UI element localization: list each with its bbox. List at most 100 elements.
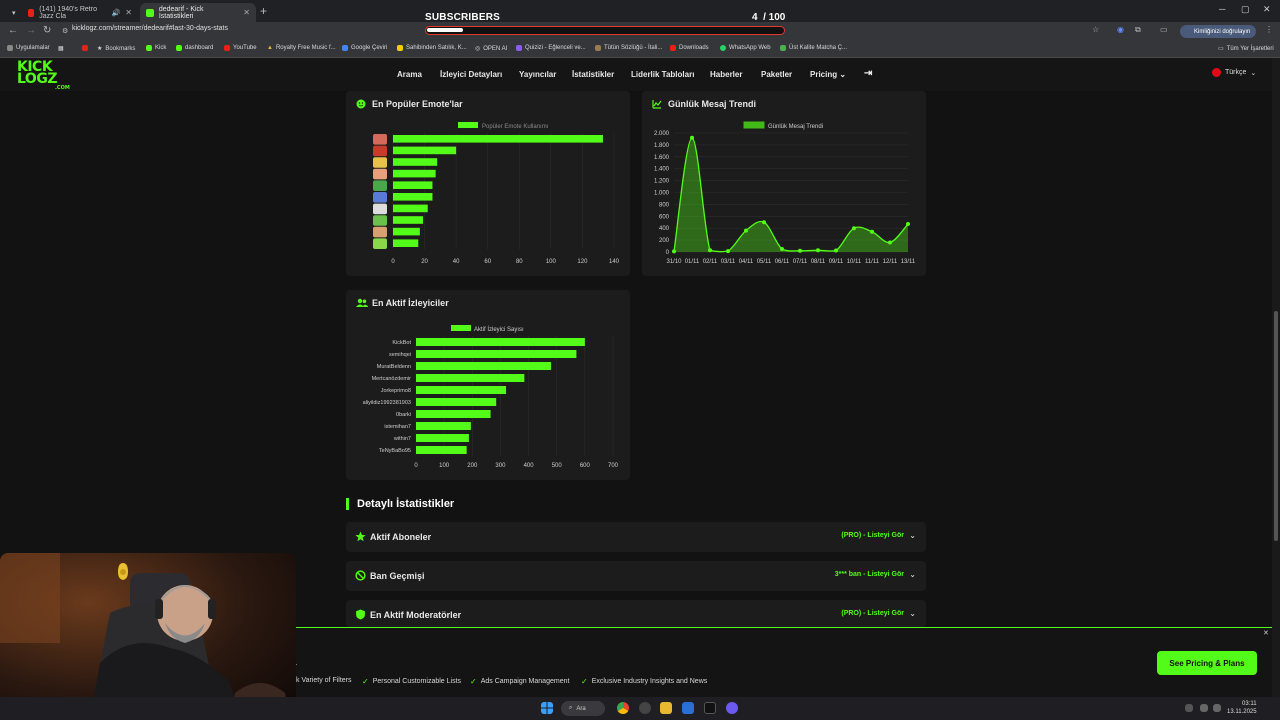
nav-haberler[interactable]: Haberler xyxy=(710,70,742,79)
language-selector[interactable]: Türkçe ⌄ xyxy=(1212,68,1256,77)
chevron-down-icon[interactable]: ⌄ xyxy=(909,531,916,540)
url-field[interactable]: kicklogz.com/streamer/dedearif#last-30-d… xyxy=(72,25,228,32)
x-tick-label: 20 xyxy=(421,259,428,265)
file-explorer-icon[interactable] xyxy=(660,702,672,714)
bar xyxy=(393,216,423,224)
subscribers-goal: / 100 xyxy=(763,12,786,23)
bookmark-star-icon[interactable]: ☆ xyxy=(1092,25,1099,34)
taskbar-search[interactable]: ⌕ Ara xyxy=(561,701,605,716)
view-list-link[interactable]: (PRO) - Listeyi Gör xyxy=(841,610,904,617)
quizizz-icon xyxy=(516,45,522,51)
close-icon[interactable]: ✕ xyxy=(243,8,250,17)
forward-icon[interactable]: → xyxy=(26,25,36,36)
x-tick-label: 09/11 xyxy=(829,259,844,265)
back-icon[interactable]: ← xyxy=(8,25,18,36)
bookmark-item[interactable]: Google Çeviri xyxy=(342,45,387,51)
y-tick-label: Mertcanözdemir xyxy=(372,376,412,382)
accordion-top-moderators[interactable]: En Aktif Moderatörler (PRO) - Listeyi Gö… xyxy=(346,600,926,627)
maximize-button[interactable]: ▢ xyxy=(1241,4,1250,15)
profile-button[interactable]: Kimliğinizi doğrulayın xyxy=(1180,25,1256,38)
bookmark-label: Downloads xyxy=(679,45,709,51)
tab-youtube[interactable]: (141) 1940's Retro Jazz Cla 🔊 ✕ xyxy=(22,3,138,22)
tray-chevron-icon[interactable] xyxy=(1185,704,1193,712)
minimize-button[interactable]: ─ xyxy=(1219,4,1225,14)
view-list-link[interactable]: 3*** ban - Listeyi Gör xyxy=(835,571,904,578)
x-tick-label: 500 xyxy=(552,463,563,469)
bookmark-item[interactable]: Quizizi - Eğlenceli ve... xyxy=(516,45,586,51)
accordion-ban-history[interactable]: Ban Geçmişi 3*** ban - Listeyi Gör ⌄ xyxy=(346,561,926,591)
windows-start-icon[interactable] xyxy=(541,702,553,714)
bookmark-item[interactable]: ▲ Royalty Free Music f... xyxy=(267,45,336,51)
nav-pricing[interactable]: Pricing ⌄ xyxy=(810,70,846,79)
bookmark-label: Quizizi - Eğlenceli ve... xyxy=(525,45,586,51)
page-scrollbar[interactable] xyxy=(1272,58,1280,697)
all-bookmarks[interactable]: ▭ Tüm Yer İşaretleri xyxy=(1218,45,1274,53)
kicklogz-logo[interactable]: KICK LOGZ .COM xyxy=(17,60,70,91)
wifi-icon[interactable] xyxy=(1200,704,1208,712)
see-pricing-button[interactable]: See Pricing & Plans xyxy=(1157,651,1257,675)
x-tick-label: 200 xyxy=(467,463,478,469)
details-section-title: Detaylı İstatistikler xyxy=(346,498,454,510)
cast-icon[interactable]: ▭ xyxy=(1160,25,1168,34)
nav-istatistikler[interactable]: İstatistikler xyxy=(572,70,614,79)
nav-arama[interactable]: Arama xyxy=(397,70,422,79)
feature-label: Personal Customizable Lists xyxy=(372,678,462,685)
extensions-puzzle-icon[interactable]: ⧉ xyxy=(1135,25,1141,35)
new-tab-button[interactable]: + xyxy=(260,4,267,18)
bookmark-item[interactable]: Uygulamalar xyxy=(7,45,50,51)
bar xyxy=(416,338,585,346)
close-window-button[interactable]: ✕ xyxy=(1263,4,1271,15)
obs-icon[interactable] xyxy=(639,702,651,714)
chevron-down-icon[interactable]: ⌄ xyxy=(909,570,916,579)
menu-dots-icon[interactable]: ⋮ xyxy=(1265,25,1273,34)
bookmark-item[interactable]: ◎ OPEN AI xyxy=(475,45,507,53)
bookmark-item[interactable]: YouTube xyxy=(224,45,257,51)
subscribers-current: 4 xyxy=(752,12,758,23)
nav-izleyici-detaylari[interactable]: İzleyici Detayları xyxy=(440,70,502,79)
volume-icon[interactable] xyxy=(1213,704,1221,712)
bookmark-label: Tüm Yer İşaretleri xyxy=(1226,45,1274,52)
tab-list-button[interactable]: ▾ xyxy=(6,3,18,22)
bookmark-item[interactable]: Üst Kalite Matcha Ç... xyxy=(780,45,847,51)
bookmark-item[interactable]: Tütün Sözlüğü - İtali... xyxy=(595,45,662,51)
ban-icon xyxy=(355,570,366,581)
emote-icon xyxy=(373,168,387,180)
nav-liderlik-tablolari[interactable]: Liderlik Tabloları xyxy=(631,70,694,79)
emote-icon xyxy=(373,157,387,168)
bookmark-item[interactable]: ▦ xyxy=(58,45,64,52)
bookmark-item[interactable] xyxy=(82,45,88,51)
scrollbar-thumb[interactable] xyxy=(1274,311,1278,541)
store-icon[interactable] xyxy=(682,702,694,714)
x-tick-label: 07/11 xyxy=(793,259,808,265)
bookmark-item[interactable]: WhatsApp Web xyxy=(720,45,771,51)
youtube-icon xyxy=(28,8,35,17)
site-info-icon[interactable]: ⚙ xyxy=(62,27,68,35)
taskbar-clock[interactable]: 03:11 13.11.2025 xyxy=(1227,700,1257,716)
terminal-icon[interactable] xyxy=(704,702,716,714)
y-tick-label: istemihan7 xyxy=(384,424,411,430)
app-icon[interactable] xyxy=(726,702,738,714)
reload-icon[interactable]: ↻ xyxy=(43,25,51,36)
close-icon[interactable]: ✕ xyxy=(125,8,132,17)
tab-kicklogz[interactable]: dedearif - Kick İstatistikleri ✕ xyxy=(140,3,256,22)
extension-icon[interactable]: ◉ xyxy=(1117,25,1124,34)
bookmark-label: Bookmarks xyxy=(105,45,136,52)
bookmark-item[interactable]: Kick xyxy=(146,45,166,51)
bookmark-item[interactable]: dashboard xyxy=(176,45,213,51)
close-icon[interactable]: ✕ xyxy=(1263,629,1269,637)
x-tick-label: 13/11 xyxy=(901,259,916,265)
login-icon[interactable]: ⇥ xyxy=(864,68,872,79)
nav-paketler[interactable]: Paketler xyxy=(761,70,792,79)
legend-swatch xyxy=(743,121,765,129)
check-icon: ✓ xyxy=(362,677,369,686)
accordion-active-subscribers[interactable]: Aktif Aboneler (PRO) - Listeyi Gör ⌄ xyxy=(346,522,926,552)
data-point xyxy=(852,226,856,231)
nav-yayincilar[interactable]: Yayıncılar xyxy=(519,70,556,79)
bookmark-item[interactable]: ★ Bookmarks xyxy=(97,45,136,53)
bookmark-item[interactable]: Downloads xyxy=(670,45,709,51)
view-list-link[interactable]: (PRO) - Listeyi Gör xyxy=(841,532,904,539)
chevron-down-icon[interactable]: ⌄ xyxy=(909,609,916,618)
x-tick-label: 05/11 xyxy=(757,259,772,265)
chrome-icon[interactable] xyxy=(617,702,629,714)
bookmark-item[interactable]: Sahibinden Satılık, K... xyxy=(397,45,467,51)
